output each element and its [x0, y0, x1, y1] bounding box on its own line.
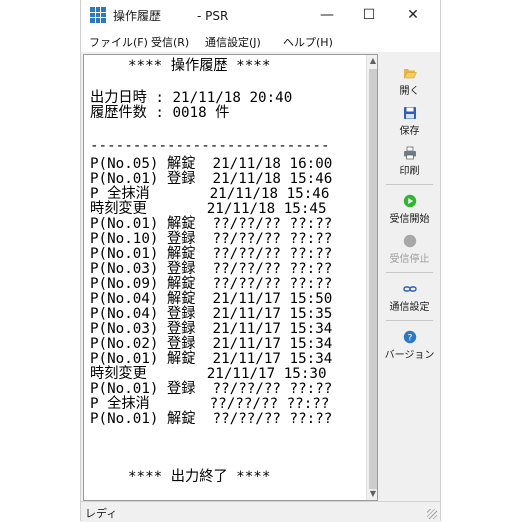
- play-circle-icon: [403, 194, 416, 208]
- version-button[interactable]: ? バージョン: [384, 326, 435, 364]
- log-entry: P(No.02) 登録 21/11/17 15:34: [90, 336, 333, 352]
- stop-receive-label: 受信停止: [389, 254, 430, 265]
- menu-comm-settings[interactable]: 通信設定(J): [205, 34, 261, 50]
- close-button[interactable]: ✕: [393, 2, 433, 28]
- log-separator: ----------------------------: [90, 138, 330, 154]
- log-entry: P(No.01) 登録 ??/??/?? ??:??: [90, 381, 333, 397]
- vertical-scrollbar[interactable]: ▲ ▼: [366, 55, 377, 500]
- status-bar: レディ: [81, 501, 440, 522]
- log-entry: P(No.01) 解錠 ??/??/?? ??:??: [90, 216, 333, 232]
- menu-bar: ファイル(F) 受信(R) 通信設定(J) ヘルプ(H): [81, 30, 440, 52]
- status-text: レディ: [85, 507, 118, 520]
- open-button[interactable]: 開く: [384, 62, 435, 100]
- menu-receive[interactable]: 受信(R): [151, 34, 189, 50]
- scroll-down-arrow-icon[interactable]: ▼: [367, 488, 377, 500]
- log-date-line: 出力日時 : 21/11/18 20:40: [90, 90, 293, 106]
- start-receive-label: 受信開始: [389, 214, 430, 225]
- log-entry: P(No.09) 解錠 ??/??/?? ??:??: [90, 276, 333, 292]
- scroll-up-arrow-icon[interactable]: ▲: [367, 55, 377, 67]
- menu-help[interactable]: ヘルプ(H): [283, 34, 333, 50]
- help-circle-icon: ?: [403, 330, 416, 344]
- stop-circle-icon: [403, 234, 416, 248]
- save-button[interactable]: 保存: [384, 102, 435, 140]
- log-entry: P(No.01) 解錠 21/11/17 15:34: [90, 351, 333, 367]
- log-header: **** 操作履歴 ****: [128, 58, 271, 74]
- comm-settings-label: 通信設定: [389, 302, 430, 313]
- print-label: 印刷: [399, 166, 420, 177]
- folder-open-icon: [403, 69, 417, 79]
- log-entry: P(No.05) 解錠 21/11/18 16:00: [90, 156, 333, 172]
- minimize-button[interactable]: —: [307, 2, 347, 28]
- side-toolbar: 開く 保存 印刷 受信開始 受信停止 通信設定 ? バージョン: [381, 54, 438, 501]
- log-entry: 時刻変更 21/11/18 15:45: [90, 201, 327, 217]
- log-footer: **** 出力終了 ****: [128, 469, 271, 485]
- log-entry: P(No.03) 登録 ??/??/?? ??:??: [90, 261, 333, 277]
- open-label: 開く: [399, 86, 420, 97]
- menu-file[interactable]: ファイル(F): [89, 34, 148, 50]
- toolbar-separator: [386, 320, 433, 321]
- log-entry: P(No.04) 登録 21/11/17 15:35: [90, 306, 333, 322]
- log-entry: P(No.04) 解錠 21/11/17 15:50: [90, 291, 333, 307]
- printer-icon: [403, 146, 416, 160]
- log-count-line: 履歴件数 : 0018 件: [90, 105, 230, 121]
- log-entry: P(No.03) 登録 21/11/17 15:34: [90, 321, 333, 337]
- log-entry: P(No.01) 登録 21/11/18 15:46: [90, 171, 333, 187]
- toolbar-separator: [386, 272, 433, 273]
- maximize-button[interactable]: ☐: [349, 2, 389, 28]
- toolbar-separator: [386, 184, 433, 185]
- log-entry: P(No.10) 登録 ??/??/?? ??:??: [90, 231, 333, 247]
- comm-settings-button[interactable]: 通信設定: [384, 278, 435, 316]
- print-button[interactable]: 印刷: [384, 142, 435, 180]
- link-icon: [402, 286, 417, 292]
- log-entry: P(No.01) 解錠 ??/??/?? ??:??: [90, 411, 333, 427]
- log-entry: 時刻変更 21/11/17 15:30: [90, 366, 327, 382]
- stop-receive-button[interactable]: 受信停止: [384, 230, 435, 268]
- log-text-area[interactable]: **** 操作履歴 **** 出力日時 : 21/11/18 20:40 履歴件…: [83, 54, 378, 501]
- app-window: 操作履歴 - PSR — ☐ ✕ ファイル(F) 受信(R) 通信設定(J) ヘ…: [80, 0, 441, 522]
- scroll-thumb[interactable]: [369, 69, 377, 489]
- app-icon: [90, 7, 106, 23]
- log-entry: P(No.01) 解錠 ??/??/?? ??:??: [90, 246, 333, 262]
- title-bar[interactable]: 操作履歴 - PSR — ☐ ✕: [81, 0, 440, 30]
- start-receive-button[interactable]: 受信開始: [384, 190, 435, 228]
- version-label: バージョン: [384, 350, 435, 361]
- resize-grip-icon[interactable]: [427, 509, 437, 519]
- log-entry: P 全抹消 21/11/18 15:46: [90, 186, 330, 202]
- save-label: 保存: [399, 126, 420, 137]
- floppy-disk-icon: [403, 107, 416, 119]
- svg-text:?: ?: [407, 334, 412, 344]
- log-entry: P 全抹消 ??/??/?? ??:??: [90, 396, 330, 412]
- window-title: 操作履歴 - PSR: [113, 9, 229, 23]
